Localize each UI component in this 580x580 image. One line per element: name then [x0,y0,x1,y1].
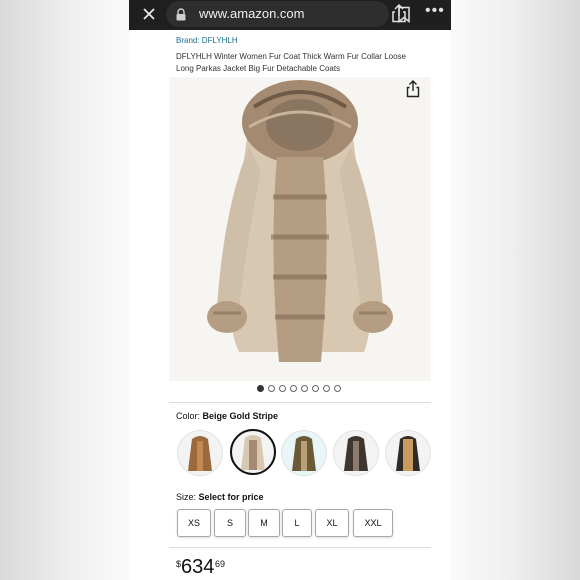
color-label: Color: [176,411,201,421]
price-fraction: 69 [215,559,226,569]
size-selected-value: Select for price [198,492,264,502]
divider [169,402,431,403]
product-image[interactable] [169,77,431,381]
carousel-dot[interactable] [301,385,308,392]
coat-illustration [207,80,393,362]
carousel-dot[interactable] [257,385,264,392]
lock-icon [175,8,187,21]
divider [169,547,431,548]
url-text[interactable]: www.amazon.com [199,6,304,21]
color-swatch[interactable] [385,430,431,476]
size-option-xl[interactable]: XL [315,509,349,537]
size-selection-label: Size: Select for price [176,492,264,502]
brand-link[interactable]: Brand: DFLYHLH [176,36,238,45]
share-image-icon[interactable] [405,80,421,98]
color-selection-label: Color: Beige Gold Stripe [176,411,278,421]
price-whole: 634 [181,556,215,578]
carousel-dot[interactable] [268,385,275,392]
size-option-xxl[interactable]: XXL [353,509,393,537]
more-icon[interactable]: ••• [425,3,444,21]
phone-screen: www.amazon.com ••• Brand: DFLYHLH DFLYHL… [129,0,451,580]
size-option-l[interactable]: L [282,509,312,537]
carousel-dot[interactable] [312,385,319,392]
color-swatch-selected[interactable] [230,429,276,475]
share-icon[interactable] [391,3,407,23]
close-icon[interactable] [139,4,159,24]
product-title: DFLYHLH Winter Women Fur Coat Thick Warm… [176,52,406,73]
size-option-xs[interactable]: XS [177,509,211,537]
carousel-dot[interactable] [290,385,297,392]
carousel-dot[interactable] [334,385,341,392]
browser-toolbar: www.amazon.com ••• [129,0,451,30]
color-swatch[interactable] [177,430,223,476]
size-option-m[interactable]: M [248,509,280,537]
carousel-dot[interactable] [279,385,286,392]
color-swatch[interactable] [333,430,379,476]
address-bar[interactable]: www.amazon.com [166,1,410,27]
size-label: Size: [176,492,197,502]
size-option-s[interactable]: S [214,509,246,537]
color-selected-value: Beige Gold Stripe [202,411,279,421]
color-swatch[interactable] [281,430,327,476]
carousel-dot[interactable] [323,385,330,392]
